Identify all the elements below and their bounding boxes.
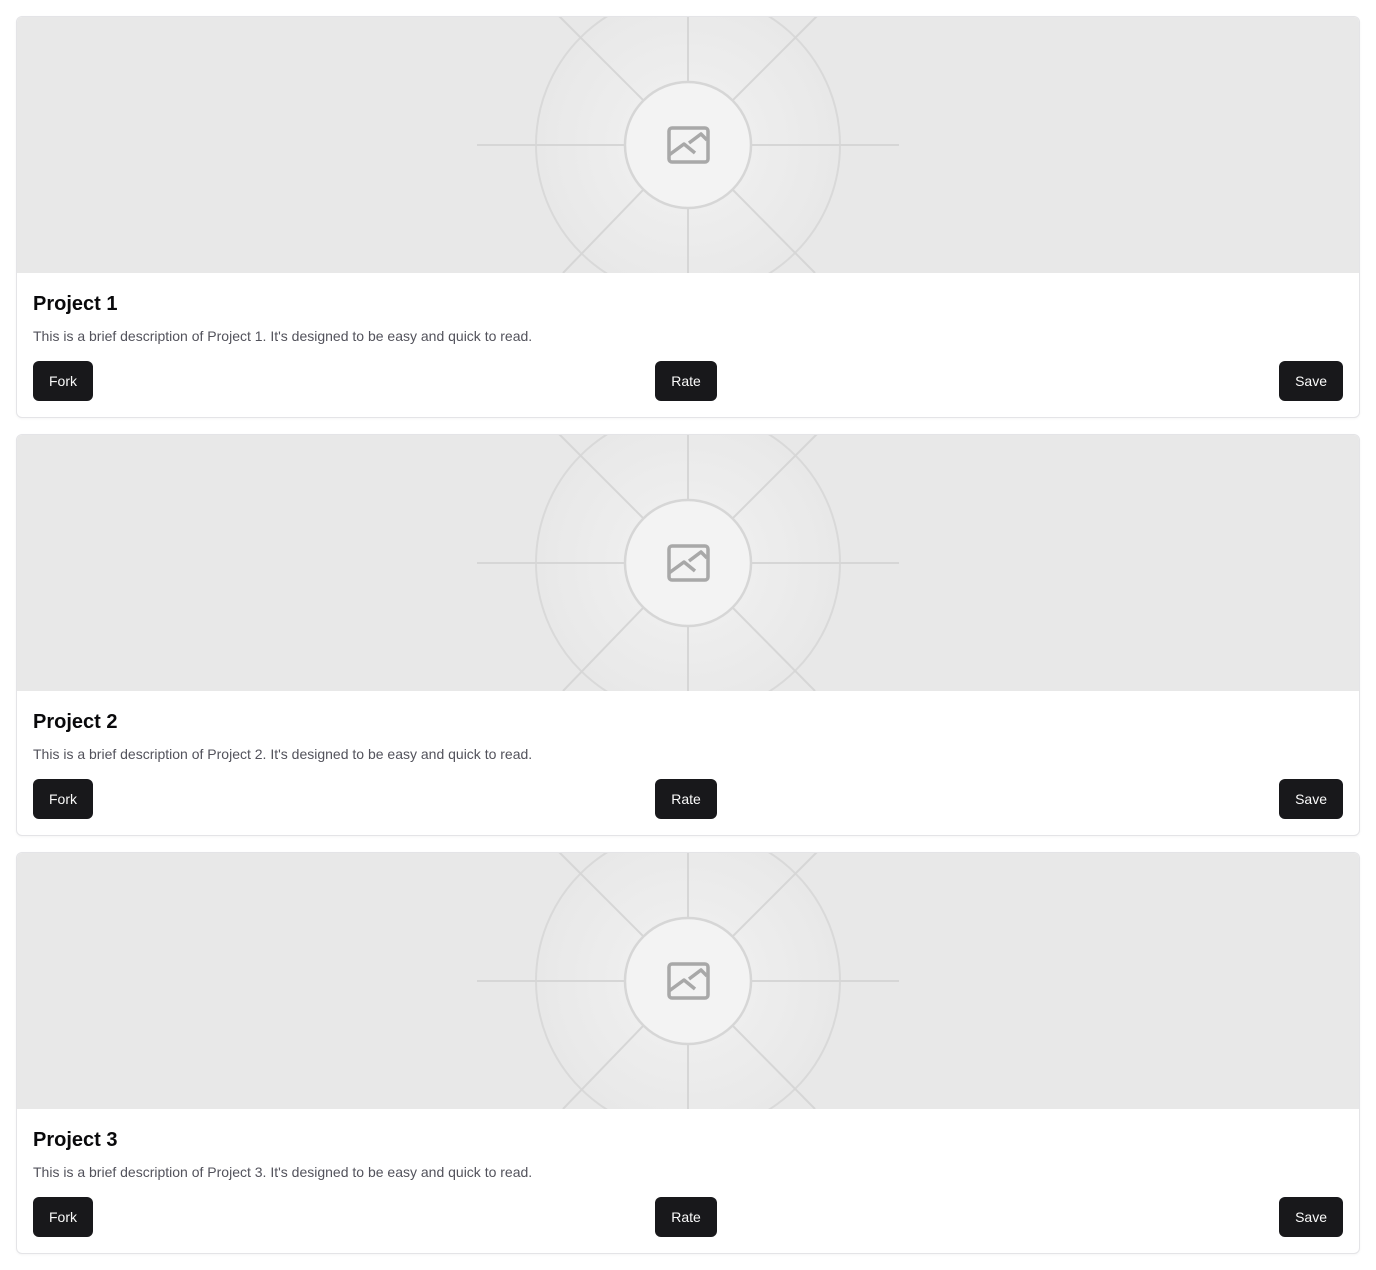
project-actions: Fork Rate Save (33, 1197, 1343, 1237)
project-card-list: Project 1 This is a brief description of… (16, 16, 1360, 1270)
fork-button[interactable]: Fork (33, 1197, 93, 1237)
project-title: Project 2 (33, 711, 118, 733)
save-button[interactable]: Save (1279, 361, 1343, 401)
image-placeholder-icon (477, 17, 899, 273)
project-card: Project 2 This is a brief description of… (16, 434, 1360, 836)
image-placeholder-icon (477, 435, 899, 691)
rate-button[interactable]: Rate (655, 779, 717, 819)
project-card-body: Project 2 This is a brief description of… (33, 691, 1343, 835)
project-image-placeholder (17, 853, 1359, 1109)
fork-button[interactable]: Fork (33, 361, 93, 401)
project-card: Project 1 This is a brief description of… (16, 16, 1360, 418)
project-description: This is a brief description of Project 3… (33, 1164, 533, 1180)
project-description: This is a brief description of Project 1… (33, 328, 533, 344)
project-image-placeholder (17, 435, 1359, 691)
project-title: Project 1 (33, 293, 118, 315)
project-card: Project 3 This is a brief description of… (16, 852, 1360, 1254)
project-title: Project 3 (33, 1129, 118, 1151)
project-description: This is a brief description of Project 2… (33, 746, 533, 762)
image-placeholder-icon (477, 853, 899, 1109)
project-image-placeholder (17, 17, 1359, 273)
project-actions: Fork Rate Save (33, 361, 1343, 401)
project-actions: Fork Rate Save (33, 779, 1343, 819)
rate-button[interactable]: Rate (655, 361, 717, 401)
save-button[interactable]: Save (1279, 779, 1343, 819)
rate-button[interactable]: Rate (655, 1197, 717, 1237)
fork-button[interactable]: Fork (33, 779, 93, 819)
save-button[interactable]: Save (1279, 1197, 1343, 1237)
project-card-body: Project 3 This is a brief description of… (33, 1109, 1343, 1253)
project-card-body: Project 1 This is a brief description of… (33, 273, 1343, 417)
